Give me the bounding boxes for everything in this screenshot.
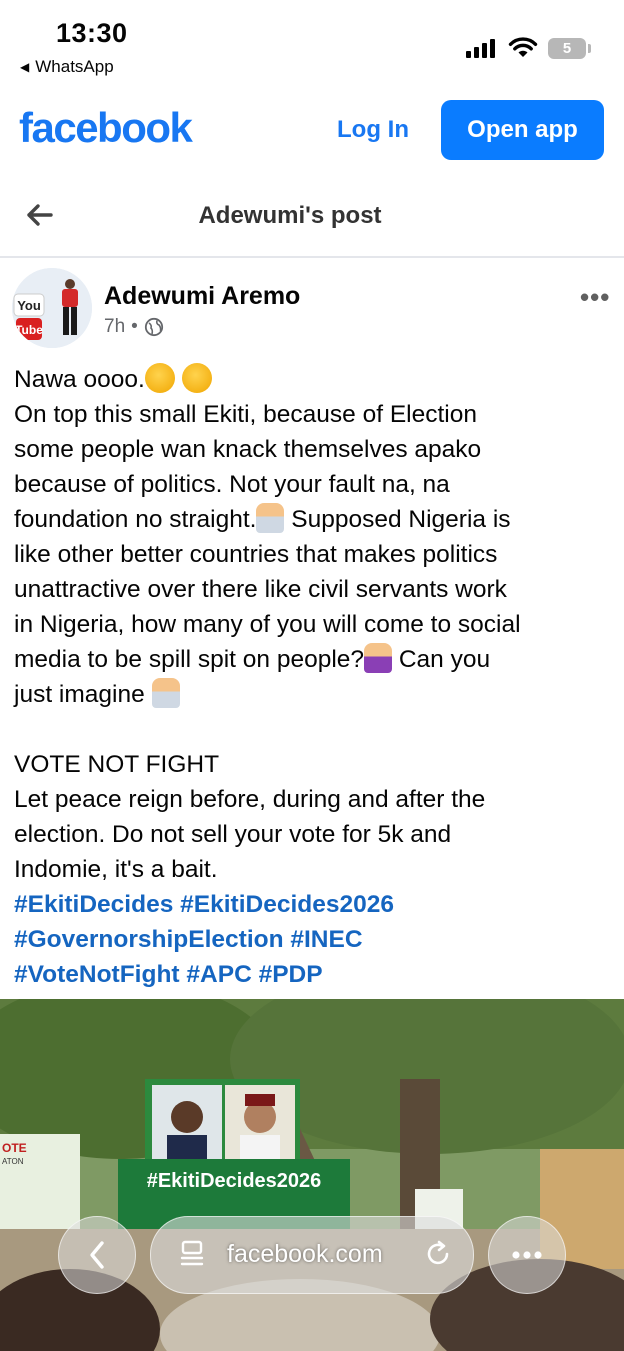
post-line: unattractive over there like civil serva… [14,576,507,603]
post-body: Nawa oooo. On top this small Ekiti, beca… [14,362,610,992]
page-title: Adewumi's post [198,202,382,229]
post-line: VOTE NOT FIGHT [14,751,220,778]
thinking-face-icon [144,363,175,393]
battery-nub [588,44,591,53]
person-gesturing-no-icon [256,503,285,533]
hashtag-link[interactable]: #INEC [290,926,362,953]
sign-text-small: ATON [2,1157,24,1166]
post-line: foundation no straight. Supposed Nigeria… [14,502,610,537]
hashtag-link[interactable]: #APC [186,961,251,988]
signal-icon [466,38,495,58]
post-line: like other better countries that makes p… [14,541,498,568]
browser-back-button[interactable] [58,1216,136,1294]
sign-text: OTE [2,1141,27,1155]
battery-icon: 5 [548,38,586,59]
back-app-label: WhatsApp [35,57,114,76]
reader-icon[interactable] [179,1239,205,1269]
thinking-face-icon [181,363,212,393]
wifi-icon [508,37,538,57]
post-line: just imagine [14,677,610,712]
divider [0,256,624,258]
url-text[interactable]: facebook.com [227,1240,383,1269]
hashtag-link[interactable]: #PDP [259,961,323,988]
browser-more-button[interactable] [488,1216,566,1294]
post-photo[interactable]: OTE ATON #EkitiDecides2026 [0,999,624,1351]
post-meta: 7h • [104,316,164,338]
avatar-you-text: You [17,298,41,313]
person-shrugging-icon [364,643,393,673]
hashtag-link[interactable]: #EkitiDecides [14,891,173,918]
post-line: election. Do not sell your vote for 5k a… [14,821,452,848]
avatar-tube-text: Tube [15,323,43,337]
login-link[interactable]: Log In [337,116,409,144]
reload-icon[interactable] [423,1239,453,1269]
post-line: Nawa oooo. [14,362,610,397]
globe-icon [144,317,163,337]
post-line: some people wan knack themselves apako [14,436,482,463]
more-options-icon[interactable]: ••• [580,282,610,313]
avatar[interactable]: You Tube [12,268,92,348]
post-line: in Nigeria, how many of you will come to… [14,611,521,638]
back-to-whatsapp[interactable]: ◀ WhatsApp [20,57,114,77]
chevron-left-icon [90,1241,104,1269]
status-time: 13:30 [56,18,128,48]
hashtags: #EkitiDecides #EkitiDecides2026 #Governo… [14,887,610,992]
back-triangle-icon: ◀ [20,60,30,74]
man-shrugging-icon [151,678,180,708]
post-line: On top this small Ekiti, because of Elec… [14,401,477,428]
post-line: because of politics. Not your fault na, … [14,471,450,498]
facebook-logo[interactable]: facebook [19,104,193,152]
post-time: 7h [104,316,126,337]
meta-separator: • [131,316,138,337]
hashtag-link[interactable]: #VoteNotFight [14,961,180,988]
post-line: Indomie, it's a bait. [14,856,218,883]
hashtag-link[interactable]: #EkitiDecides2026 [180,891,394,918]
post-line: Let peace reign before, during and after… [14,786,486,813]
open-app-button[interactable]: Open app [441,100,604,160]
hashtag-link[interactable]: #GovernorshipElection [14,926,284,953]
more-horizontal-icon [512,1251,542,1259]
author-name[interactable]: Adewumi Aremo [104,282,300,311]
post-line: media to be spill spit on people? Can yo… [14,642,610,677]
banner-text: #EkitiDecides2026 [147,1170,322,1192]
